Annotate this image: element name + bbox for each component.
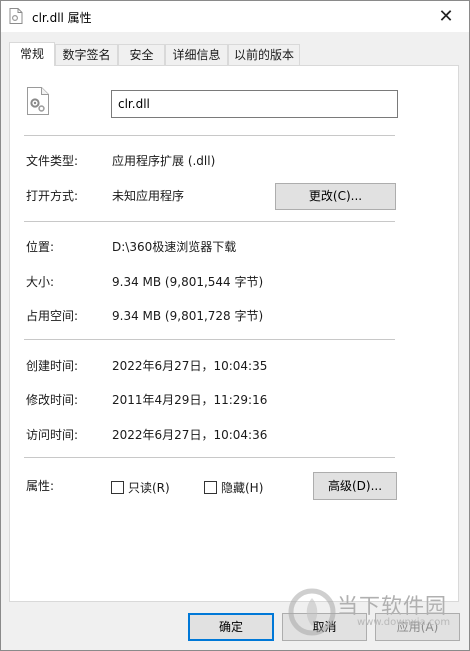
tab-details[interactable]: 详细信息 xyxy=(165,44,228,65)
file-type-value: 应用程序扩展 (.dll) xyxy=(112,154,216,168)
location-value: D:\360极速浏览器下载 xyxy=(112,240,237,254)
watermark-brand: 当下软件园 xyxy=(337,594,447,618)
size-on-disk-label: 占用空间: xyxy=(26,309,79,323)
created-value: 2022年6月27日，10:04:35 xyxy=(112,359,268,373)
file-icon xyxy=(9,8,23,24)
advanced-button[interactable]: 高级(D)... xyxy=(313,472,397,500)
readonly-checkbox-label: 只读(R) xyxy=(128,481,170,495)
hidden-checkbox-box[interactable] xyxy=(204,481,217,494)
size-label: 大小: xyxy=(26,275,55,289)
general-panel xyxy=(9,65,459,602)
dll-file-icon xyxy=(27,87,49,115)
window-title: clr.dll 属性 xyxy=(32,11,92,25)
size-on-disk-value: 9.34 MB (9,801,728 字节) xyxy=(112,309,264,323)
tab-previous-versions[interactable]: 以前的版本 xyxy=(228,44,300,65)
close-icon: ✕ xyxy=(438,5,454,27)
hidden-checkbox-label: 隐藏(H) xyxy=(221,481,264,495)
attributes-label: 属性: xyxy=(26,479,55,493)
properties-window: clr.dll 属性 ✕ 常规 数字签名 安全 详细信息 以前的版本 文件类型:… xyxy=(0,0,470,651)
change-button[interactable]: 更改(C)... xyxy=(275,183,396,210)
readonly-checkbox[interactable]: 只读(R) xyxy=(111,479,170,496)
separator xyxy=(24,339,395,340)
modified-label: 修改时间: xyxy=(26,393,79,407)
ok-button[interactable]: 确定 xyxy=(188,613,274,641)
tab-security[interactable]: 安全 xyxy=(118,44,165,65)
separator xyxy=(24,135,395,136)
opens-with-label: 打开方式: xyxy=(26,189,79,203)
tab-general[interactable]: 常规 xyxy=(9,42,55,66)
accessed-value: 2022年6月27日，10:04:36 xyxy=(112,428,268,442)
title-bar: clr.dll 属性 ✕ xyxy=(1,1,469,32)
location-label: 位置: xyxy=(26,240,55,254)
size-value: 9.34 MB (9,801,544 字节) xyxy=(112,275,264,289)
accessed-label: 访问时间: xyxy=(26,428,79,442)
modified-value: 2011年4月29日，11:29:16 xyxy=(112,393,268,407)
tab-digital-signatures[interactable]: 数字签名 xyxy=(55,44,118,65)
file-name-input[interactable] xyxy=(111,90,398,118)
separator xyxy=(24,221,395,222)
watermark-logo-icon xyxy=(288,588,336,636)
readonly-checkbox-box[interactable] xyxy=(111,481,124,494)
watermark-url: www.downxia.com xyxy=(357,617,451,628)
separator xyxy=(24,457,395,458)
file-type-label: 文件类型: xyxy=(26,154,79,168)
close-button[interactable]: ✕ xyxy=(423,1,469,32)
opens-with-value: 未知应用程序 xyxy=(112,189,185,203)
created-label: 创建时间: xyxy=(26,359,79,373)
hidden-checkbox[interactable]: 隐藏(H) xyxy=(204,479,263,496)
